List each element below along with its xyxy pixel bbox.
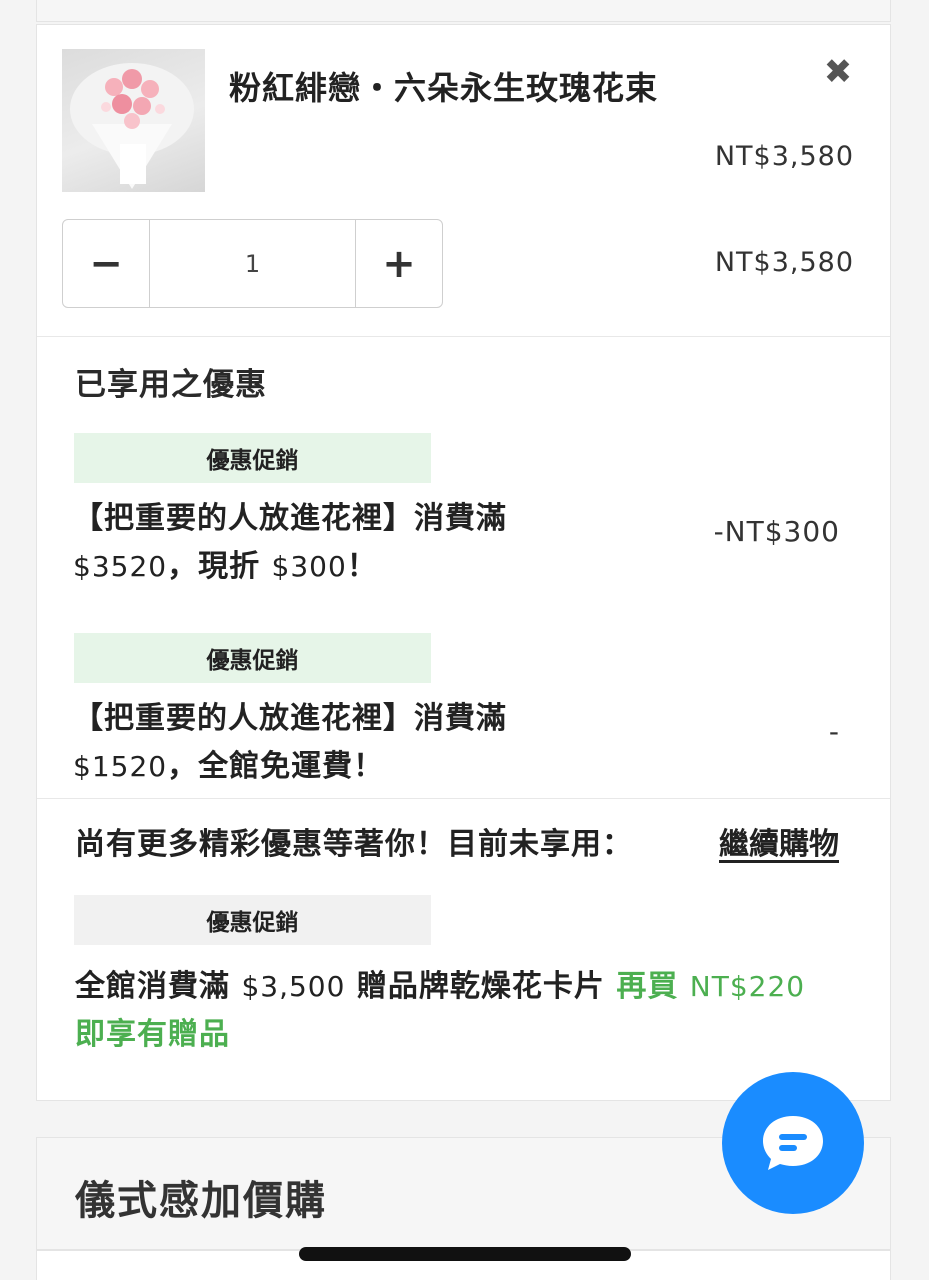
promo-tag: 優惠促銷: [74, 895, 431, 945]
gift-threshold: $3,500: [241, 970, 346, 1003]
continue-shopping-link[interactable]: 繼續購物: [719, 819, 839, 863]
increment-button[interactable]: +: [355, 220, 442, 307]
home-indicator: [299, 1247, 631, 1261]
previous-card-edge: [36, 0, 891, 22]
promo-discount-value: -: [828, 715, 840, 748]
promo-detail: ，全館免運費！: [167, 749, 385, 784]
chat-button[interactable]: [722, 1072, 864, 1214]
product-name[interactable]: 粉紅緋戀・六朵永生玫瑰花束: [229, 63, 658, 109]
promo-line: 【把重要的人放進花裡】消費滿: [73, 701, 507, 736]
gift-remaining-amount: NT$220: [689, 970, 806, 1003]
addon-section-title: 儀式感加價購: [75, 1178, 327, 1224]
divider: [37, 798, 890, 799]
gift-suffix: 即享有贈品: [75, 1017, 230, 1052]
item-subtotal: NT$3,580: [714, 247, 854, 278]
promo-description: 【把重要的人放進花裡】消費滿 $1520，全館免運費！: [73, 695, 613, 791]
promo-threshold: $1520: [73, 750, 168, 783]
gift-promo-description: 全館消費滿 $3,500 贈品牌乾燥花卡片 再買 NT$220 即享有贈品: [75, 963, 865, 1059]
unused-promotions-text: 尚有更多精彩優惠等著你！目前未享用：: [75, 827, 633, 862]
promo-threshold: $3520: [73, 550, 168, 583]
plus-icon: +: [382, 240, 416, 287]
divider: [37, 336, 890, 337]
remove-item-button[interactable]: ✖: [821, 55, 855, 89]
decrement-button[interactable]: −: [63, 220, 150, 307]
cart-item-card: 粉紅緋戀・六朵永生玫瑰花束 ✖ NT$3,580 − 1 + NT$3,580 …: [36, 24, 891, 1101]
applied-promotions-title: 已享用之優惠: [75, 367, 267, 403]
promo-tag: 優惠促銷: [74, 633, 431, 683]
chat-bubble-icon: [763, 1116, 823, 1170]
quantity-input[interactable]: 1: [150, 220, 355, 307]
promo-line: 【把重要的人放進花裡】消費滿: [73, 501, 507, 536]
gift-buy-more: 再買: [616, 969, 690, 1004]
promo-discount-amount: $300: [271, 550, 347, 583]
quantity-stepper: − 1 +: [62, 219, 443, 308]
close-icon: ✖: [823, 52, 853, 92]
unit-price: NT$3,580: [714, 141, 854, 172]
promo-detail-end: ！: [346, 549, 378, 584]
promo-description: 【把重要的人放進花裡】消費滿 $3520，現折 $300！: [73, 495, 613, 591]
product-thumbnail[interactable]: [62, 49, 205, 192]
gift-prefix: 全館消費滿: [75, 969, 242, 1004]
minus-icon: −: [89, 240, 123, 287]
promo-line: $1520，全館免運費！: [73, 743, 613, 791]
promo-detail: ，現折: [167, 549, 272, 584]
promo-tag: 優惠促銷: [74, 433, 431, 483]
promo-discount-value: -NT$300: [713, 515, 840, 548]
bouquet-image: [70, 63, 194, 189]
promo-line: $3520，現折 $300！: [73, 543, 613, 591]
gift-middle: 贈品牌乾燥花卡片: [345, 969, 617, 1004]
